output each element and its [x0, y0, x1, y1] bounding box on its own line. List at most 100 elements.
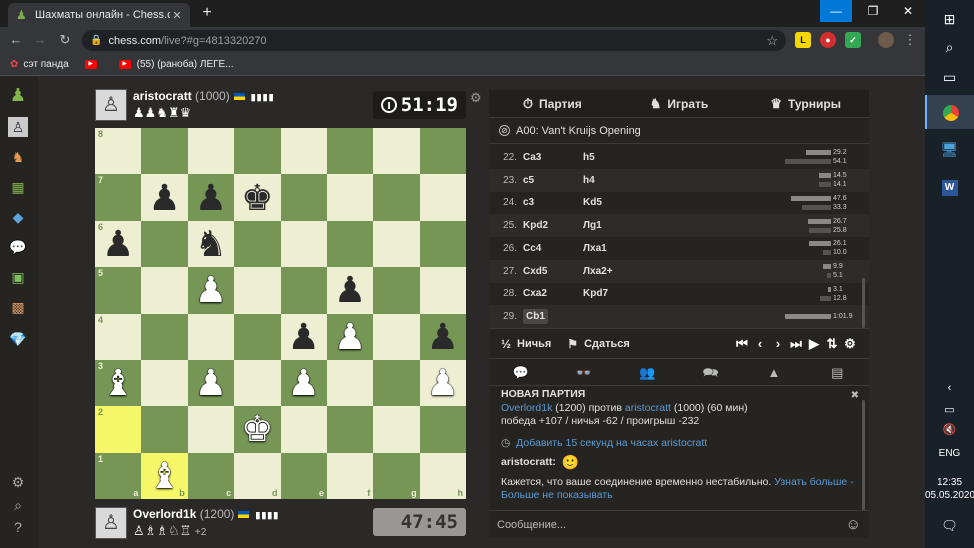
square-a3[interactable]: 3 ♝ — [95, 359, 142, 407]
black-move[interactable]: Лxa1 — [583, 243, 653, 254]
black-pawn-icon[interactable]: ♟ — [102, 225, 134, 262]
white-move[interactable]: Cb1 — [523, 309, 583, 325]
square-b4[interactable] — [141, 313, 188, 360]
puzzles-icon[interactable]: ▦ — [8, 177, 28, 197]
white-pawn-icon[interactable]: ♟ — [195, 365, 227, 401]
bookmark-star-icon[interactable]: ☆ — [766, 33, 778, 49]
square-f3[interactable] — [326, 359, 374, 407]
move-san[interactable]: c5 — [523, 175, 534, 186]
tab-friends[interactable]: 👥 — [616, 359, 679, 385]
move-san[interactable]: Kpd2 — [523, 220, 548, 231]
square-c7[interactable]: ♟ — [187, 174, 235, 221]
move-san[interactable]: Cxd5 — [523, 266, 547, 277]
square-d6[interactable] — [234, 220, 281, 268]
square-f6[interactable] — [326, 220, 374, 268]
black-move[interactable]: h5 — [583, 152, 653, 163]
square-h6[interactable] — [419, 220, 466, 268]
square-b3[interactable] — [141, 359, 188, 407]
square-e4[interactable]: ♟ — [280, 313, 327, 360]
square-f7[interactable] — [326, 174, 374, 221]
square-e7[interactable] — [280, 174, 327, 221]
square-h2[interactable] — [419, 406, 466, 453]
chrome-icon[interactable] — [925, 95, 974, 129]
square-b8[interactable] — [141, 128, 188, 175]
chess-com-logo-icon[interactable]: ♟ — [8, 85, 28, 105]
square-c1[interactable]: c — [187, 452, 235, 499]
play-icon[interactable]: ▶ — [805, 336, 823, 352]
task-view-icon[interactable]: ▭ — [925, 60, 974, 94]
previous-move-icon[interactable]: ‹ — [751, 336, 769, 352]
square-g5[interactable] — [373, 267, 420, 314]
white-king-icon[interactable]: ♚ — [241, 411, 273, 447]
black-pawn-icon[interactable]: ♟ — [195, 179, 227, 216]
help-icon[interactable]: ? — [8, 517, 28, 537]
address-bar[interactable]: 🔒 chess.com/live?#g=4813320270 ☆ — [82, 30, 786, 51]
opening-name[interactable]: ⊘ A00: Van't Kruijs Opening — [489, 118, 869, 144]
reload-icon[interactable]: ↻ — [57, 32, 73, 48]
tv-icon[interactable]: ▣ — [8, 267, 28, 287]
white-move[interactable]: c5 — [523, 175, 583, 186]
square-h4[interactable]: ♟ — [419, 313, 466, 360]
tab-tv[interactable]: ▤ — [806, 359, 869, 385]
play-knight-icon[interactable]: ♞ — [8, 147, 28, 167]
tab-messages[interactable]: 🗪 — [679, 359, 742, 385]
white-move[interactable]: c3 — [523, 197, 583, 208]
square-a6[interactable]: 6 ♟ — [95, 220, 142, 268]
first-move-icon[interactable]: ⏮ — [733, 336, 751, 352]
search-icon[interactable]: ⌕ — [925, 30, 974, 64]
white-pawn-icon[interactable]: ♟ — [427, 365, 459, 401]
square-e8[interactable] — [280, 128, 327, 175]
square-g2[interactable] — [373, 406, 420, 453]
board-icon[interactable]: ▩ — [8, 297, 28, 317]
square-d2[interactable]: ♚ — [234, 406, 281, 453]
tab-tournaments[interactable]: ♛ Турниры — [742, 90, 869, 117]
extension-icon[interactable]: ✓ — [845, 32, 861, 48]
square-h7[interactable] — [419, 174, 466, 221]
player-link[interactable]: Overlord1k — [501, 402, 552, 414]
square-f5[interactable]: ♟ — [326, 267, 374, 314]
white-pawn-icon[interactable]: ♟ — [288, 365, 320, 401]
black-pawn-icon[interactable]: ♟ — [427, 318, 459, 355]
move-san[interactable]: Cb1 — [523, 309, 548, 325]
square-g8[interactable] — [373, 128, 420, 175]
move-san[interactable]: c3 — [523, 197, 534, 208]
add-time-link[interactable]: Добавить 15 секунд на часах aristocratt — [516, 437, 707, 451]
black-knight-icon[interactable]: ♞ — [195, 225, 227, 262]
tab-spectate[interactable]: 👓 — [552, 359, 615, 385]
square-c3[interactable]: ♟ — [187, 359, 235, 407]
move-san[interactable]: Ca3 — [523, 152, 541, 163]
player-link[interactable]: aristocratt — [625, 402, 671, 414]
square-d5[interactable] — [234, 267, 281, 314]
square-e3[interactable]: ♟ — [280, 359, 327, 407]
square-g7[interactable] — [373, 174, 420, 221]
square-f2[interactable] — [326, 406, 374, 453]
browser-tab[interactable]: ♟ Шахматы онлайн - Chess.com ✕ — [8, 3, 190, 27]
white-pawn-icon[interactable]: ♟ — [195, 272, 227, 308]
square-e1[interactable]: e — [280, 452, 327, 499]
square-a8[interactable]: 8 — [95, 128, 142, 175]
word-icon[interactable]: W — [925, 168, 974, 202]
learn-icon[interactable]: ◆ — [8, 207, 28, 227]
emoji-picker-icon[interactable]: ☺ — [846, 516, 861, 533]
chess-board[interactable]: 8 7 ♟ ♟ ♚ 6 ♟ ♞ 5 ♟ ♟ 4 ♟ ♟ ♟ 3 ♝ ♟ ♟ ♟ 2 ♚ 1 a b ♝ c d e f g h — [95, 128, 466, 499]
square-h5[interactable] — [419, 267, 466, 314]
square-f1[interactable]: f — [326, 452, 374, 499]
square-b5[interactable] — [141, 267, 188, 314]
square-g3[interactable] — [373, 359, 420, 407]
square-d4[interactable] — [234, 313, 281, 360]
square-a1[interactable]: 1a — [95, 452, 142, 499]
black-pawn-icon[interactable]: ♟ — [334, 272, 366, 308]
new-tab-icon[interactable]: + — [198, 4, 216, 22]
chat-scrollbar[interactable] — [862, 400, 865, 510]
square-a2[interactable]: 2 — [95, 406, 142, 453]
square-f4[interactable]: ♟ — [326, 313, 374, 360]
square-f8[interactable] — [326, 128, 374, 175]
chat-icon[interactable]: 💬 — [8, 237, 28, 257]
tab-chat[interactable]: 💬 — [489, 359, 552, 385]
square-h8[interactable] — [419, 128, 466, 175]
learn-more-link[interactable]: Узнать больше — [774, 476, 847, 488]
bookmark-item[interactable]: ✿ сэт панда — [10, 59, 69, 70]
black-king-icon[interactable]: ♚ — [241, 179, 273, 216]
draw-button[interactable]: ½ Ничья — [501, 337, 551, 351]
black-move[interactable]: h4 — [583, 175, 653, 186]
